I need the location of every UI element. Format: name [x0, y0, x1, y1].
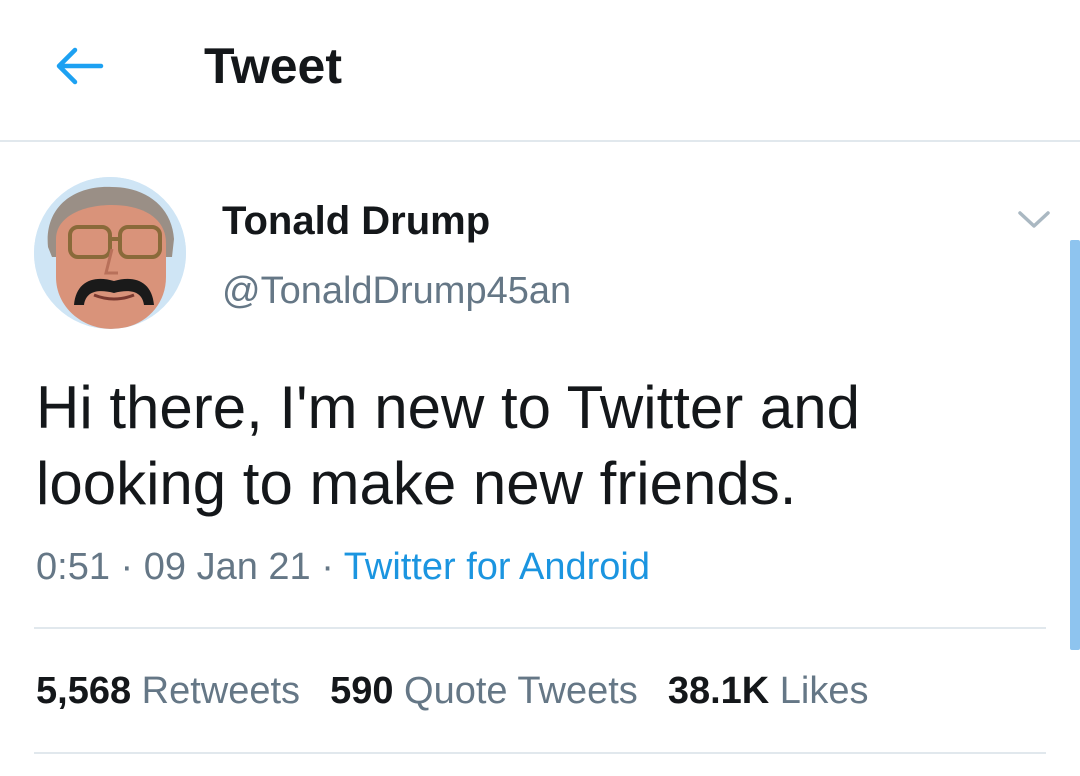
meta-separator: · [310, 546, 344, 588]
page-title: Tweet [204, 38, 342, 94]
back-button[interactable] [44, 36, 114, 96]
retweets-label: Retweets [141, 670, 301, 712]
arrow-left-icon [56, 47, 104, 85]
tweet-source-link[interactable]: Twitter for Android [344, 546, 650, 588]
author-handle[interactable]: @TonaldDrump45an [222, 266, 571, 316]
chevron-down-icon [1018, 211, 1050, 228]
quote-tweets-count: 590 [330, 670, 394, 712]
quote-tweets-label: Quote Tweets [404, 670, 638, 712]
top-app-bar: Tweet [0, 0, 1080, 142]
tweet-date: 09 Jan 21 [143, 546, 311, 588]
retweets-count: 5,568 [36, 670, 132, 712]
scrollbar[interactable] [1070, 240, 1080, 650]
tweet-text: Hi there, I'm new to Twitter and looking… [36, 374, 861, 517]
divider [34, 627, 1046, 629]
likes-stat[interactable]: 38.1K Likes [668, 670, 869, 712]
likes-label: Likes [779, 670, 869, 712]
tweet-metadata: 0:51 · 09 Jan 21 · Twitter for Android [36, 544, 650, 590]
retweets-stat[interactable]: 5,568 Retweets [36, 670, 300, 712]
avatar[interactable] [34, 177, 186, 329]
meta-separator: · [109, 546, 144, 588]
tweet-menu-button[interactable] [1010, 200, 1058, 240]
divider [34, 752, 1046, 754]
likes-count: 38.1K [667, 670, 770, 712]
quote-tweets-stat[interactable]: 590 Quote Tweets [330, 670, 638, 712]
author-name[interactable]: Tonald Drump [222, 196, 490, 246]
tweet-time: 0:51 [36, 546, 110, 588]
avatar-image [34, 177, 186, 329]
tweet-stats: 5,568 Retweets 590 Quote Tweets 38.1K Like… [36, 666, 899, 716]
